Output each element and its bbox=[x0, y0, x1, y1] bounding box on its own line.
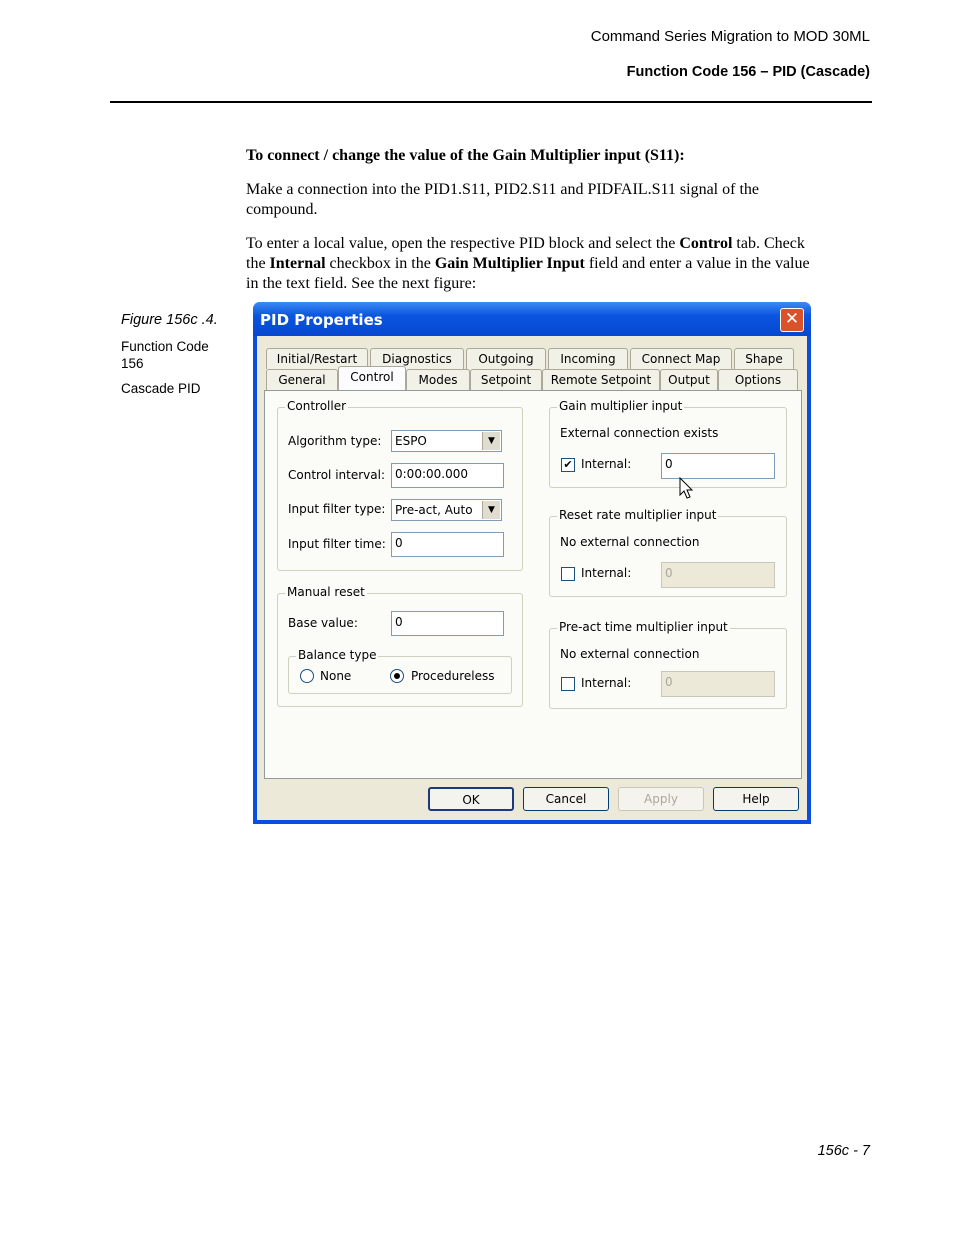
apply-button[interactable]: Apply bbox=[618, 787, 704, 811]
manual-reset-group: Manual reset Base value: 0 Balance type … bbox=[277, 585, 523, 707]
paragraph-1-line-2: compound. bbox=[246, 201, 318, 218]
preact-internal-label: Internal: bbox=[581, 676, 632, 690]
algorithm-type-value: ESPO bbox=[395, 434, 427, 448]
tab-general[interactable]: General bbox=[266, 369, 338, 390]
cancel-button[interactable]: Cancel bbox=[523, 787, 609, 811]
help-button[interactable]: Help bbox=[713, 787, 799, 811]
figure-side-label-2: Cascade PID bbox=[121, 381, 201, 396]
preact-title: Pre-act time multiplier input bbox=[557, 620, 730, 634]
preact-multiplier-group: Pre-act time multiplier input No externa… bbox=[549, 620, 787, 709]
figure-caption: Figure 156c .4. bbox=[121, 312, 218, 328]
algorithm-type-select[interactable]: ESPO ▼ bbox=[391, 430, 502, 452]
reset-rate-internal-field[interactable]: 0 bbox=[661, 562, 775, 588]
chevron-down-icon[interactable]: ▼ bbox=[482, 432, 500, 450]
preact-internal-checkbox[interactable] bbox=[561, 677, 575, 691]
mouse-cursor-icon bbox=[679, 477, 694, 499]
gain-multiplier-title: Gain multiplier input bbox=[557, 399, 685, 413]
gain-multiplier-group: Gain multiplier input External connectio… bbox=[549, 399, 787, 499]
balance-type-title: Balance type bbox=[296, 648, 379, 662]
chevron-down-icon[interactable]: ▼ bbox=[482, 501, 500, 519]
balance-procedureless-radio[interactable] bbox=[390, 669, 404, 683]
input-filter-time-label: Input filter time: bbox=[288, 537, 386, 551]
reset-rate-status: No external connection bbox=[560, 535, 700, 549]
reset-rate-internal-label: Internal: bbox=[581, 566, 632, 580]
ok-button[interactable]: OK bbox=[428, 787, 514, 811]
preact-internal-field[interactable]: 0 bbox=[661, 671, 775, 697]
base-value-label: Base value: bbox=[288, 616, 358, 630]
dialog-titlebar[interactable]: PID Properties ✕ bbox=[253, 302, 811, 336]
paragraph-2-line-3: in the text field. See the next figure: bbox=[246, 275, 477, 292]
balance-type-group: Balance type None Procedureless bbox=[288, 648, 512, 694]
gain-internal-label: Internal: bbox=[581, 457, 632, 471]
tab-options[interactable]: Options bbox=[718, 369, 798, 390]
tab-output[interactable]: Output bbox=[660, 369, 718, 390]
section-heading: To connect / change the value of the Gai… bbox=[246, 147, 685, 164]
paragraph-1-line-1: Make a connection into the PID1.S11, PID… bbox=[246, 181, 759, 198]
paragraph-2-line-2: the Internal checkbox in the Gain Multip… bbox=[246, 255, 810, 272]
paragraph-2-line-1: To enter a local value, open the respect… bbox=[246, 235, 805, 252]
preact-status: No external connection bbox=[560, 647, 700, 661]
algorithm-type-label: Algorithm type: bbox=[288, 434, 382, 448]
control-tab-panel: Controller Algorithm type: ESPO ▼ Contro… bbox=[264, 390, 802, 779]
balance-none-radio[interactable] bbox=[300, 669, 314, 683]
tab-setpoint[interactable]: Setpoint bbox=[470, 369, 542, 390]
base-value-field[interactable]: 0 bbox=[391, 611, 504, 636]
input-filter-time-field[interactable]: 0 bbox=[391, 532, 504, 557]
tab-remote-setpoint[interactable]: Remote Setpoint bbox=[542, 369, 660, 390]
pid-properties-dialog: PID Properties ✕ Initial/Restart Diagnos… bbox=[253, 302, 811, 824]
check-icon: ✔ bbox=[563, 458, 573, 471]
gain-multiplier-status: External connection exists bbox=[560, 426, 719, 440]
paragraph-2: To enter a local value, open the respect… bbox=[246, 234, 858, 294]
input-filter-type-value: Pre-act, Auto bbox=[395, 503, 473, 517]
tab-shape[interactable]: Shape bbox=[734, 348, 794, 369]
dialog-title: PID Properties bbox=[260, 311, 383, 329]
tab-modes[interactable]: Modes bbox=[406, 369, 470, 390]
gain-internal-checkbox[interactable]: ✔ bbox=[561, 458, 575, 472]
close-icon: ✕ bbox=[784, 309, 800, 329]
balance-none-label: None bbox=[320, 669, 352, 683]
manual-reset-group-title: Manual reset bbox=[285, 585, 367, 599]
input-filter-type-select[interactable]: Pre-act, Auto ▼ bbox=[391, 499, 502, 521]
input-filter-type-label: Input filter type: bbox=[288, 502, 386, 516]
tab-control[interactable]: Control bbox=[338, 366, 406, 391]
tab-outgoing[interactable]: Outgoing bbox=[466, 348, 546, 369]
control-interval-label: Control interval: bbox=[288, 468, 385, 482]
gain-internal-field[interactable]: 0 bbox=[661, 453, 775, 479]
control-interval-field[interactable]: 0:00:00.000 bbox=[391, 463, 504, 488]
header-title: Command Series Migration to MOD 30ML bbox=[590, 28, 870, 45]
tab-incoming[interactable]: Incoming bbox=[548, 348, 628, 369]
tab-connect-map[interactable]: Connect Map bbox=[630, 348, 732, 369]
reset-rate-multiplier-group: Reset rate multiplier input No external … bbox=[549, 508, 787, 597]
close-button[interactable]: ✕ bbox=[780, 308, 804, 332]
controller-group: Controller Algorithm type: ESPO ▼ Contro… bbox=[277, 399, 523, 571]
page-number: 156c - 7 bbox=[817, 1143, 870, 1159]
header-subtitle: Function Code 156 – PID (Cascade) bbox=[626, 64, 870, 80]
paragraph-1: Make a connection into the PID1.S11, PID… bbox=[246, 180, 858, 220]
figure-side-label-1: Function Code 156 bbox=[121, 339, 209, 371]
header-rule bbox=[110, 101, 872, 103]
reset-rate-internal-checkbox[interactable] bbox=[561, 567, 575, 581]
reset-rate-title: Reset rate multiplier input bbox=[557, 508, 719, 522]
balance-procedureless-label: Procedureless bbox=[411, 669, 495, 683]
controller-group-title: Controller bbox=[285, 399, 349, 413]
dialog-client: Initial/Restart Diagnostics Outgoing Inc… bbox=[257, 336, 807, 820]
